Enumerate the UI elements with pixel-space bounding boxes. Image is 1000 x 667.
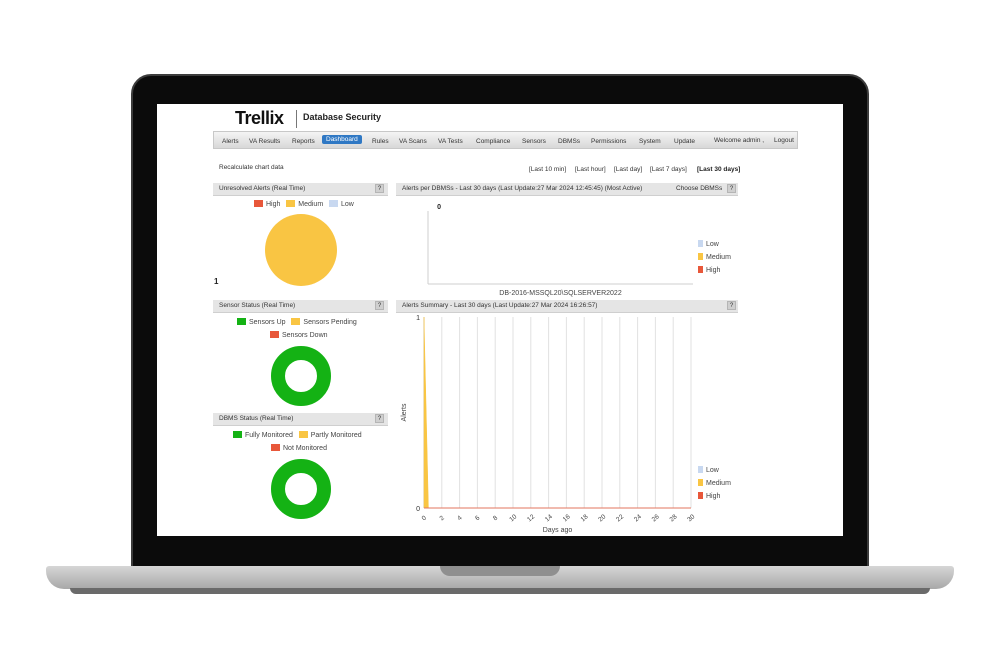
summary-x-tick-label: 2 [438,514,446,522]
laptop-notch [440,566,560,576]
summary-x-tick-label: 22 [615,513,625,523]
laptop-base-shadow [70,588,930,594]
summary-x-tick-label: 14 [544,513,554,523]
per-dbms-category-label: DB-2016-MSSQL20\SQLSERVER2022 [499,290,622,297]
summary-x-tick-label: 8 [492,514,500,522]
dbms-donut-slice-fully-monitored [271,459,331,519]
dashboard-app: Trellix Database Security Alerts VA Resu… [157,104,843,536]
summary-x-tick-label: 30 [686,513,696,523]
summary-area-medium [423,316,691,509]
summary-y-tick-label: 1 [416,315,420,322]
summary-x-tick-label: 24 [633,513,643,523]
summary-x-tick-label: 12 [526,513,536,523]
summary-x-axis-label: Days ago [543,527,573,534]
summary-x-tick-label: 28 [669,513,679,523]
summary-x-tick-label: 4 [456,514,464,522]
summary-x-tick-label: 0 [421,514,429,522]
summary-y-tick-label: 0 [416,506,420,513]
per-dbms-y-tick-label: 0 [437,204,441,211]
summary-x-tick-label: 26 [651,513,661,523]
summary-x-tick-label: 20 [597,513,607,523]
unresolved-pie-slice-medium [265,214,337,286]
summary-x-tick-label: 16 [562,513,572,523]
summary-x-tick-label: 10 [508,513,518,523]
sensor-donut-slice-sensors-up [271,346,331,406]
summary-x-tick-label: 6 [474,514,482,522]
screen: Trellix Database Security Alerts VA Resu… [157,104,843,536]
summary-x-tick-label: 18 [580,513,590,523]
summary-y-axis-label: Alerts [401,403,408,421]
charts-layer: 0DB-2016-MSSQL20\SQLSERVER2022100 2 4 6 8 10 1… [265,204,697,534]
